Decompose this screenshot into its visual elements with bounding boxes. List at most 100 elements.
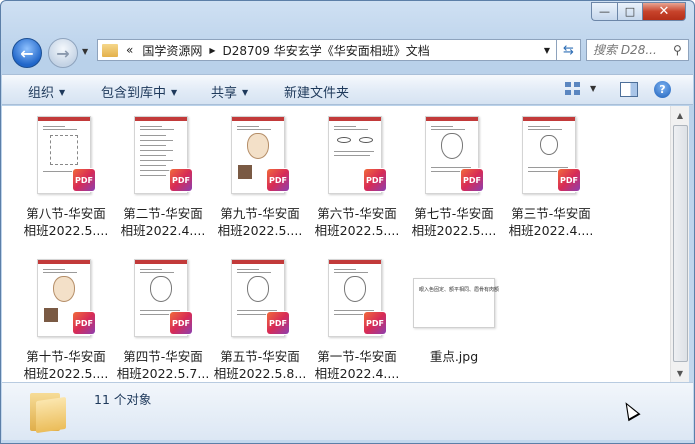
file-name-line-2: 相班2022.5.... xyxy=(217,223,303,238)
file-name: 第一节-华安面 相班2022.4.... xyxy=(309,348,405,382)
help-icon[interactable]: ? xyxy=(654,81,671,98)
file-item[interactable]: PDF 第九节-华安面 相班2022.5.... xyxy=(212,108,308,244)
refresh-icon: ⇆ xyxy=(563,42,574,58)
file-name: 第八节-华安面 相班2022.5.... xyxy=(18,205,114,239)
pdf-icon: PDF xyxy=(170,312,192,334)
file-item[interactable]: PDF 第一节-华安面 相班2022.4.... xyxy=(309,251,405,387)
address-bar[interactable]: « 国学资源网 ▶ D28709 华安玄学《华安面相班》文档 ▼ xyxy=(97,39,557,61)
share-menu[interactable]: 共享 ▼ xyxy=(211,82,248,101)
pdf-icon: PDF xyxy=(461,169,483,191)
scroll-down-icon[interactable]: ▼ xyxy=(673,366,687,380)
file-name-line-2: 相班2022.5.8... xyxy=(213,366,307,381)
file-name-line-2: 相班2022.5.... xyxy=(23,366,109,381)
scrollbar-thumb[interactable] xyxy=(673,125,688,362)
pdf-icon: PDF xyxy=(364,169,386,191)
file-item[interactable]: PDF 第八节-华安面 相班2022.5.... xyxy=(18,108,114,244)
pdf-thumbnail: PDF xyxy=(425,116,483,196)
pdf-icon: PDF xyxy=(73,312,95,334)
explorer-window: — □ ✕ ← → ▼ « 国学资源网 ▶ D28709 华安玄学《华安面相班》… xyxy=(0,0,695,444)
file-name-line-2: 相班2022.5.... xyxy=(411,223,497,238)
pdf-icon: PDF xyxy=(170,169,192,191)
file-name: 第七节-华安面 相班2022.5.... xyxy=(406,205,502,239)
file-name-line-1: 第四节-华安面 xyxy=(123,349,203,364)
file-name-line-2: 相班2022.5.7... xyxy=(116,366,210,381)
file-item[interactable]: PDF 第二节-华安面 相班2022.4.... xyxy=(115,108,211,244)
view-options-icon[interactable] xyxy=(565,82,581,96)
scroll-up-icon[interactable]: ▲ xyxy=(673,108,687,122)
pdf-thumbnail: PDF xyxy=(37,116,95,196)
file-item[interactable]: PDF 第三节-华安面 相班2022.4.... xyxy=(503,108,599,244)
file-name: 第二节-华安面 相班2022.4.... xyxy=(115,205,211,239)
image-thumbnail: 眼入色固定、额平相同、眉骨有肉额 xyxy=(413,278,499,328)
back-button[interactable]: ← xyxy=(12,38,42,68)
file-item[interactable]: 眼入色固定、额平相同、眉骨有肉额重点.jpg xyxy=(406,251,502,387)
minimize-button[interactable]: — xyxy=(591,2,617,21)
file-name-line-1: 第九节-华安面 xyxy=(220,206,300,221)
file-name-line-1: 第三节-华安面 xyxy=(511,206,591,221)
file-name: 第五节-华安面 相班2022.5.8... xyxy=(212,348,308,382)
file-name: 第十节-华安面 相班2022.5.... xyxy=(18,348,114,382)
file-name: 第六节-华安面 相班2022.5.... xyxy=(309,205,405,239)
view-options-dropdown[interactable]: ▼ xyxy=(590,84,596,93)
file-name-line-1: 第六节-华安面 xyxy=(317,206,397,221)
item-count: 11 个对象 xyxy=(94,392,152,407)
pdf-thumbnail: PDF xyxy=(231,116,289,196)
search-icon[interactable]: ⚲ xyxy=(673,43,682,57)
file-name-line-1: 第五节-华安面 xyxy=(220,349,300,364)
file-item[interactable]: PDF 第五节-华安面 相班2022.5.8... xyxy=(212,251,308,387)
chevron-down-icon: ▼ xyxy=(242,88,249,97)
pdf-icon: PDF xyxy=(267,169,289,191)
pdf-thumbnail: PDF xyxy=(328,259,386,339)
pdf-icon: PDF xyxy=(267,312,289,334)
caption-buttons: — □ ✕ xyxy=(591,2,686,21)
file-name-line-2: 相班2022.5.... xyxy=(314,223,400,238)
file-name-line-1: 第七节-华安面 xyxy=(414,206,494,221)
pdf-thumbnail: PDF xyxy=(231,259,289,339)
details-pane: 11 个对象 xyxy=(2,382,693,440)
thumbnail-text: 眼入色固定、额平相同、眉骨有肉额 xyxy=(419,287,500,293)
file-item[interactable]: PDF 第四节-华安面 相班2022.5.7... xyxy=(115,251,211,387)
folder-icon xyxy=(102,43,118,57)
breadcrumb-separator-icon[interactable]: ▶ xyxy=(209,46,215,55)
file-name-line-2: 相班2022.5.... xyxy=(23,223,109,238)
file-item[interactable]: PDF 第六节-华安面 相班2022.5.... xyxy=(309,108,405,244)
arrow-left-icon: ← xyxy=(20,43,34,63)
chevron-down-icon: ▼ xyxy=(171,88,178,97)
vertical-scrollbar[interactable]: ▲ ▼ xyxy=(670,106,689,382)
preview-pane-icon[interactable] xyxy=(620,82,638,97)
recent-pages-dropdown[interactable]: ▼ xyxy=(82,47,88,56)
file-name: 第三节-华安面 相班2022.4.... xyxy=(503,205,599,239)
file-name: 重点.jpg xyxy=(406,348,502,365)
new-folder-button[interactable]: 新建文件夹 xyxy=(284,82,349,101)
pdf-icon: PDF xyxy=(73,169,95,191)
file-name-line-1: 第十节-华安面 xyxy=(26,349,106,364)
file-name-line-2: 相班2022.4.... xyxy=(508,223,594,238)
search-box[interactable]: ⚲ xyxy=(586,39,689,61)
breadcrumb-current[interactable]: D28709 华安玄学《华安面相班》文档 xyxy=(223,42,430,59)
file-name-line-2: 相班2022.4.... xyxy=(314,366,400,381)
pdf-thumbnail: PDF xyxy=(134,116,192,196)
file-name: 第四节-华安面 相班2022.5.7... xyxy=(115,348,211,382)
pdf-thumbnail: PDF xyxy=(328,116,386,196)
close-button[interactable]: ✕ xyxy=(642,2,686,21)
file-name-line-2: 相班2022.4.... xyxy=(120,223,206,238)
forward-button[interactable]: → xyxy=(48,38,78,68)
maximize-button[interactable]: □ xyxy=(617,2,642,21)
address-dropdown-icon[interactable]: ▼ xyxy=(544,46,550,55)
file-name-line-1: 重点.jpg xyxy=(429,349,479,364)
file-name-line-1: 第八节-华安面 xyxy=(26,206,106,221)
file-item[interactable]: PDF 第七节-华安面 相班2022.5.... xyxy=(406,108,502,244)
pdf-thumbnail: PDF xyxy=(134,259,192,339)
chevron-down-icon: ▼ xyxy=(59,88,66,97)
pdf-thumbnail: PDF xyxy=(37,259,95,339)
file-item[interactable]: PDF 第十节-华安面 相班2022.5.... xyxy=(18,251,114,387)
arrow-right-icon: → xyxy=(56,43,70,63)
search-input[interactable] xyxy=(593,43,673,57)
address-overflow-chevron[interactable]: « xyxy=(126,43,133,57)
file-name-line-1: 第一节-华安面 xyxy=(317,349,397,364)
breadcrumb-root[interactable]: 国学资源网 xyxy=(142,42,202,59)
refresh-button[interactable]: ⇆ xyxy=(557,39,581,61)
organize-menu[interactable]: 组织 ▼ xyxy=(28,82,65,101)
file-list: PDF 第八节-华安面 相班2022.5.... PDF 第二节-华安面 相班2022.4… xyxy=(2,106,670,382)
include-in-library-menu[interactable]: 包含到库中 ▼ xyxy=(101,82,177,101)
